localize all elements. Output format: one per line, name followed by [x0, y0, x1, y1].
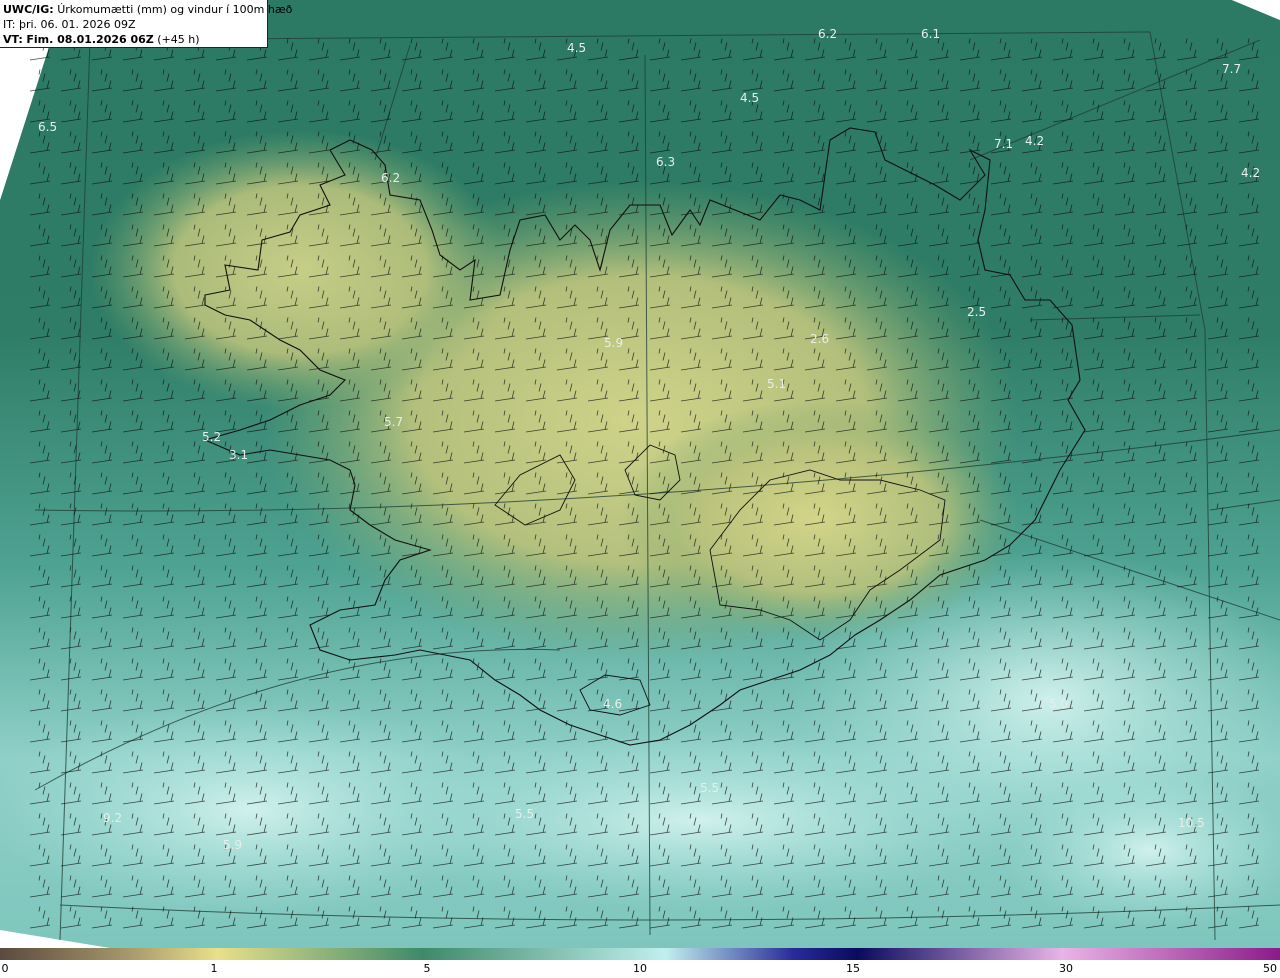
- dry-zone: [620, 400, 1020, 640]
- init-prefix: IT:: [3, 18, 16, 31]
- colorbar-tick: 15: [846, 962, 860, 975]
- value-label: 5.9: [604, 336, 623, 350]
- value-label: 5.9: [223, 838, 242, 852]
- init-time: þri. 06. 01. 2026 09Z: [18, 18, 136, 31]
- value-label: 3.1: [229, 448, 248, 462]
- value-label: 7.7: [1222, 62, 1241, 76]
- value-label: 5.5: [515, 807, 534, 821]
- map-title: Úrkomumætti (mm) og vindur í 100m hæð: [57, 3, 293, 16]
- value-label: 7.1: [994, 137, 1013, 151]
- value-label: 4.2: [1241, 166, 1260, 180]
- colorbar-tick: 30: [1059, 962, 1073, 975]
- value-label: 6.1: [921, 27, 940, 41]
- valid-prefix: VT:: [3, 33, 23, 46]
- value-label: 2.6: [810, 332, 829, 346]
- value-label: 9.2: [103, 811, 122, 825]
- colorbar-tick: 50: [1263, 962, 1277, 975]
- weather-map: 4.5 6.2 6.1 7.7 6.5 4.5 6.3 7.1 4.2 4.2 …: [0, 0, 1280, 948]
- value-label: 6.5: [38, 120, 57, 134]
- value-label: 10.5: [1178, 816, 1205, 830]
- value-label: 6.3: [656, 155, 675, 169]
- colorbar-tick: 1: [210, 962, 218, 975]
- value-label: 5.2: [202, 430, 221, 444]
- value-label: 5.7: [384, 415, 403, 429]
- value-label: 4.5: [740, 91, 759, 105]
- valid-time: Fim. 08.01.2026 06Z: [26, 33, 154, 46]
- colorbar-tick: 5: [423, 962, 431, 975]
- model-code: UWC/IG:: [3, 3, 54, 16]
- value-label: 6.2: [381, 171, 400, 185]
- lead-time: (+45 h): [157, 33, 200, 46]
- value-label: 2.5: [967, 305, 986, 319]
- value-label: 4.2: [1025, 134, 1044, 148]
- value-label: 5.5: [700, 781, 719, 795]
- value-label: 4.5: [567, 41, 586, 55]
- moist-patch: [370, 730, 1030, 910]
- colorbar-tick: 10: [633, 962, 647, 975]
- precipitation-colorbar: [0, 948, 1280, 960]
- value-label: 4.6: [603, 697, 622, 711]
- colorbar-tick: 0: [1, 962, 9, 975]
- value-label: 5.0: [1049, 697, 1068, 711]
- value-label: 5.1: [767, 377, 786, 391]
- value-label: 6.2: [818, 27, 837, 41]
- info-box: UWC/IG: Úrkomumætti (mm) og vindur í 100…: [0, 0, 292, 48]
